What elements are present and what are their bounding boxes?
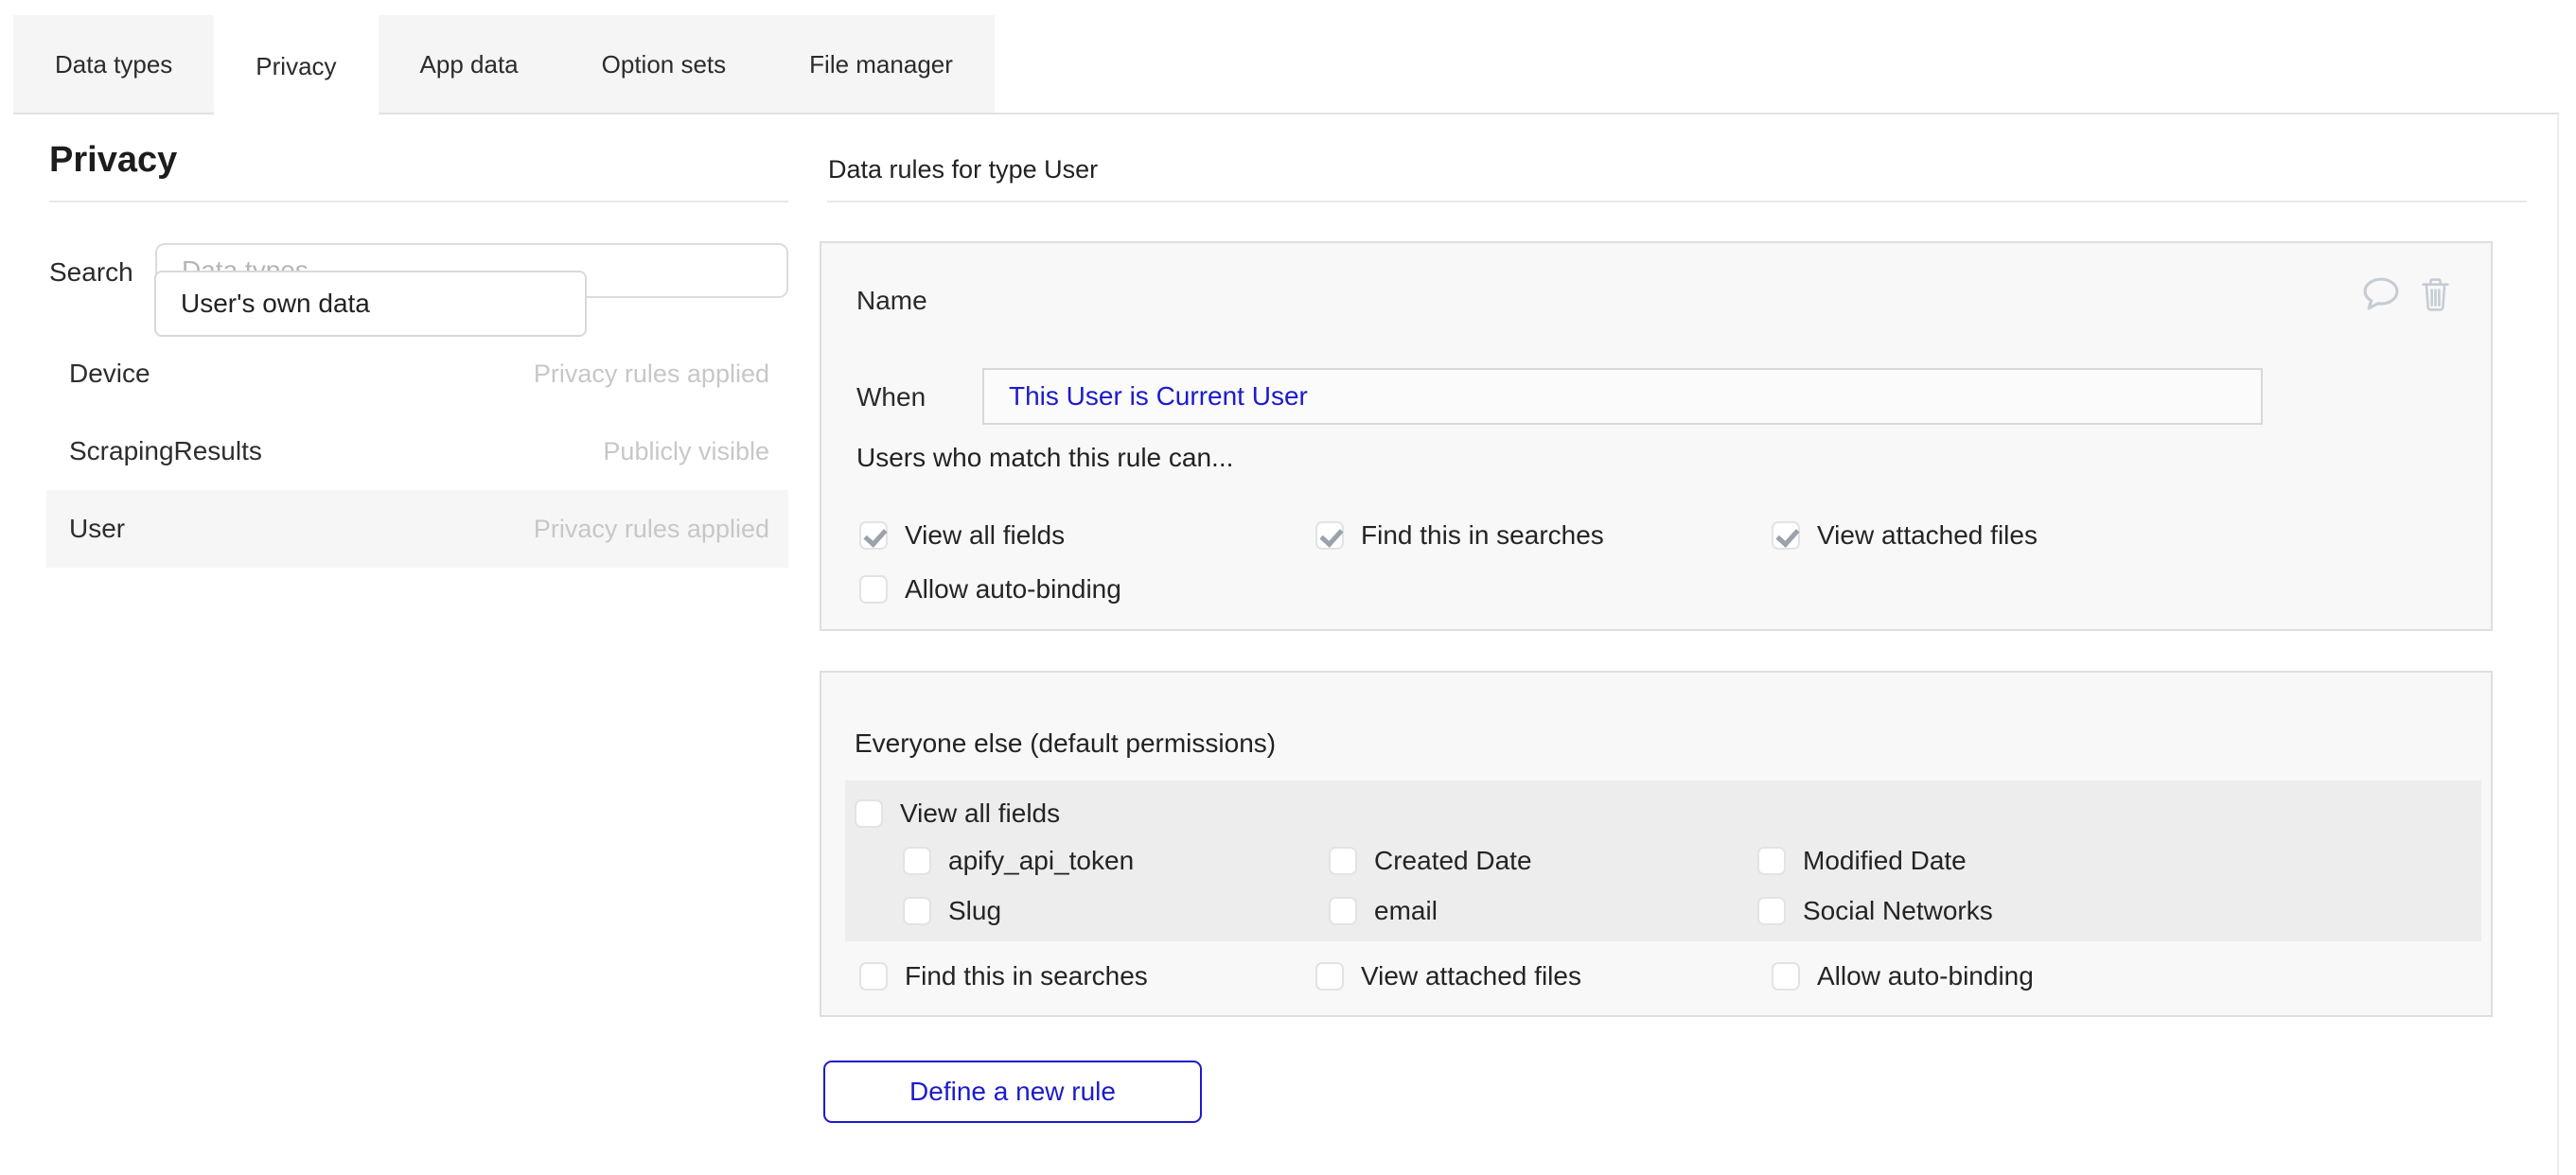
checkbox-icon[interactable] xyxy=(903,847,931,875)
section-divider xyxy=(827,201,2527,202)
field-label: Slug xyxy=(948,896,1001,926)
field-apify-api-token[interactable]: apify_api_token xyxy=(903,846,1329,876)
checkbox-icon[interactable] xyxy=(1329,897,1357,925)
page-title: Privacy xyxy=(49,140,177,181)
list-item-user[interactable]: User Privacy rules applied xyxy=(46,490,788,568)
tab-option-sets[interactable]: Option sets xyxy=(560,15,768,114)
rule-condition-value[interactable]: This User is Current User xyxy=(1009,381,1308,412)
permission-label: View attached files xyxy=(1361,961,1581,991)
list-item-scrapingresults[interactable]: ScrapingResults Publicly visible xyxy=(46,412,788,490)
field-label: apify_api_token xyxy=(948,846,1134,876)
sidebar-divider xyxy=(49,201,788,202)
permission-view-attached-files[interactable]: View attached files xyxy=(1772,520,2038,551)
default-view-attached-files[interactable]: View attached files xyxy=(1315,961,1772,991)
field-social-networks[interactable]: Social Networks xyxy=(1757,896,1993,926)
permission-label: Find this in searches xyxy=(1361,520,1604,551)
default-find-in-searches[interactable]: Find this in searches xyxy=(859,961,1315,991)
checkbox-icon[interactable] xyxy=(859,962,888,991)
field-label: Modified Date xyxy=(1803,846,1967,876)
comment-icon[interactable] xyxy=(2362,276,2400,311)
permission-view-all-fields[interactable]: View all fields xyxy=(859,520,1315,551)
field-label: email xyxy=(1374,896,1438,926)
field-created-date[interactable]: Created Date xyxy=(1329,846,1757,876)
privacy-status: Privacy rules applied xyxy=(534,515,769,544)
rule-when-label: When xyxy=(856,382,926,412)
list-item-device[interactable]: Device Privacy rules applied xyxy=(46,335,788,412)
match-intro-text: Users who match this rule can... xyxy=(856,443,1233,473)
field-slug[interactable]: Slug xyxy=(903,896,1329,926)
checkbox-icon[interactable] xyxy=(1329,847,1357,875)
rule-name-input[interactable] xyxy=(154,271,587,337)
tab-data-types[interactable]: Data types xyxy=(13,15,214,114)
tab-privacy[interactable]: Privacy xyxy=(214,15,378,118)
checkbox-icon[interactable] xyxy=(859,521,888,550)
trash-icon[interactable] xyxy=(2421,277,2450,311)
data-type-list: Device Privacy rules applied ScrapingRes… xyxy=(46,335,788,568)
default-allow-auto-binding[interactable]: Allow auto-binding xyxy=(1772,961,2034,991)
privacy-status: Privacy rules applied xyxy=(534,360,769,389)
default-permissions-title: Everyone else (default permissions) xyxy=(855,728,1276,759)
checkbox-icon[interactable] xyxy=(903,897,931,925)
field-email[interactable]: email xyxy=(1329,896,1757,926)
data-type-name: Device xyxy=(69,359,150,389)
tab-file-manager[interactable]: File manager xyxy=(768,15,995,114)
permission-label: Allow auto-binding xyxy=(905,574,1121,605)
rule-condition-box[interactable]: This User is Current User xyxy=(982,368,2263,425)
default-permissions-grid: Find this in searches View attached file… xyxy=(859,961,2034,991)
define-new-rule-button[interactable]: Define a new rule xyxy=(823,1061,1202,1123)
tab-bar-underline xyxy=(13,113,2559,114)
permission-label: View all fields xyxy=(905,520,1065,551)
rule-permissions-grid: View all fields Find this in searches Vi… xyxy=(859,520,2038,605)
rule-name-label: Name xyxy=(856,286,927,316)
checkbox-icon[interactable] xyxy=(855,799,883,828)
section-heading: Data rules for type User xyxy=(828,155,1098,184)
permission-allow-auto-binding[interactable]: Allow auto-binding xyxy=(859,574,1315,605)
tab-bar: Data types Privacy App data Option sets … xyxy=(13,15,995,114)
tab-app-data[interactable]: App data xyxy=(379,15,560,114)
default-view-all-fields[interactable]: View all fields xyxy=(855,798,1060,829)
field-checkbox-grid: apify_api_token Created Date Modified Da… xyxy=(903,846,1993,926)
field-label: Created Date xyxy=(1374,846,1532,876)
checkbox-icon[interactable] xyxy=(1315,962,1344,991)
checkbox-icon[interactable] xyxy=(1315,521,1344,550)
checkbox-icon[interactable] xyxy=(1772,962,1800,991)
permission-label: View attached files xyxy=(1817,520,2038,551)
rule-card-actions xyxy=(2362,276,2450,311)
search-label: Search xyxy=(49,257,133,288)
permission-label: View all fields xyxy=(900,798,1060,829)
field-modified-date[interactable]: Modified Date xyxy=(1757,846,1993,876)
checkbox-icon[interactable] xyxy=(1757,847,1786,875)
permission-label: Find this in searches xyxy=(905,961,1148,991)
data-type-name: ScrapingResults xyxy=(69,436,262,466)
permission-find-in-searches[interactable]: Find this in searches xyxy=(1315,520,1772,551)
permission-label: Allow auto-binding xyxy=(1817,961,2034,991)
checkbox-icon[interactable] xyxy=(859,575,888,604)
privacy-status: Publicly visible xyxy=(603,437,769,466)
checkbox-icon[interactable] xyxy=(1772,521,1800,550)
data-type-name: User xyxy=(69,514,125,544)
panel-right-border xyxy=(2557,113,2559,1175)
field-label: Social Networks xyxy=(1803,896,1993,926)
checkbox-icon[interactable] xyxy=(1757,897,1786,925)
